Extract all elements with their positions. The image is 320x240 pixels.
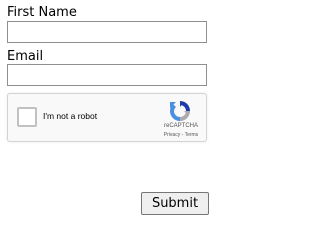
privacy-link[interactable]: Privacy	[164, 132, 180, 138]
recaptcha-checkbox[interactable]	[17, 107, 37, 127]
recaptcha-checkbox-label: I'm not a robot	[43, 111, 98, 121]
email-label: Email	[7, 49, 44, 64]
recaptcha-widget: I'm not a robot reCAPTCHA Privacy - Term…	[7, 93, 207, 142]
recaptcha-brand-text: reCAPTCHA	[163, 123, 198, 129]
first-name-input[interactable]	[7, 21, 207, 43]
first-name-label: First Name	[7, 5, 77, 20]
email-input[interactable]	[7, 64, 207, 86]
terms-link[interactable]: Terms	[185, 132, 199, 138]
submit-button[interactable]: Submit	[141, 192, 209, 215]
recaptcha-logo-icon	[170, 101, 190, 121]
recaptcha-links: Privacy - Terms	[158, 132, 204, 138]
